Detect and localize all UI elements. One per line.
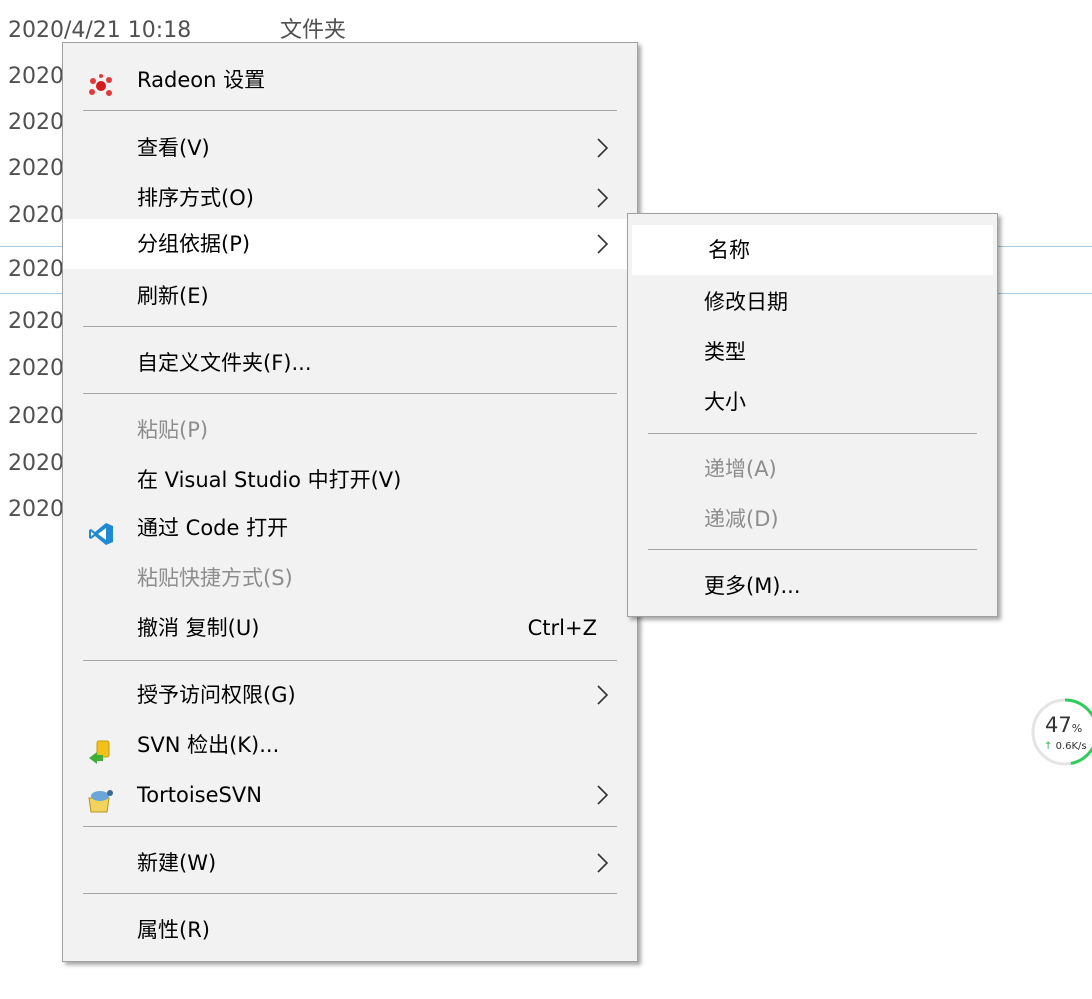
- menu-item-label: 名称: [708, 238, 750, 262]
- radeon-icon: [87, 67, 115, 96]
- menu-item-undo-copy[interactable]: 撤消 复制(U) Ctrl+Z: [63, 603, 637, 653]
- menu-item-group-by[interactable]: 分组依据(P): [63, 219, 637, 269]
- menu-separator: [83, 110, 617, 111]
- menu-item-paste: 粘贴(P): [63, 405, 637, 455]
- menu-item-label: 递增(A): [704, 457, 777, 481]
- menu-item-radeon-settings[interactable]: Radeon 设置: [63, 55, 637, 105]
- tortoisesvn-icon: [87, 782, 115, 813]
- menu-item-shortcut: Ctrl+Z: [527, 616, 597, 640]
- file-date: 2020: [8, 110, 64, 135]
- file-date: 2020: [8, 257, 64, 282]
- menu-item-label: SVN 检出(K)...: [137, 733, 280, 757]
- menu-item-label: 更多(M)...: [704, 574, 801, 598]
- network-speed-widget[interactable]: 47% ↑ 0.6K/s: [1030, 697, 1092, 767]
- menu-item-properties[interactable]: 属性(R): [63, 905, 637, 955]
- file-date: 2020: [8, 404, 64, 429]
- menu-item-label: 粘贴(P): [137, 418, 209, 442]
- upload-arrow-icon: ↑: [1044, 741, 1053, 752]
- menu-item-customize-folder[interactable]: 自定义文件夹(F)...: [63, 338, 637, 388]
- menu-item-tortoisesvn[interactable]: TortoiseSVN: [63, 770, 637, 820]
- chevron-right-icon: [597, 785, 609, 805]
- file-date: 2020: [8, 451, 64, 476]
- menu-item-open-in-visual-studio[interactable]: 在 Visual Studio 中打开(V): [63, 455, 637, 505]
- submenu-item-type[interactable]: 类型: [628, 327, 997, 377]
- menu-separator: [83, 660, 617, 661]
- menu-item-sort-by[interactable]: 排序方式(O): [63, 173, 637, 223]
- file-date: 2020: [8, 203, 64, 228]
- menu-item-view[interactable]: 查看(V): [63, 123, 637, 173]
- menu-separator: [83, 826, 617, 827]
- menu-separator: [83, 893, 617, 894]
- menu-item-label: 查看(V): [137, 136, 210, 160]
- group-by-submenu: 名称 修改日期 类型 大小 递增(A) 递减(D) 更多(M)...: [627, 213, 998, 617]
- menu-item-give-access[interactable]: 授予访问权限(G): [63, 670, 637, 720]
- menu-item-label: 排序方式(O): [137, 186, 254, 210]
- menu-item-label: 自定义文件夹(F)...: [137, 351, 312, 375]
- menu-separator: [83, 393, 617, 394]
- chevron-right-icon: [597, 234, 609, 254]
- menu-item-label: 类型: [704, 340, 746, 364]
- file-date: 2020: [8, 356, 64, 381]
- menu-item-svn-checkout[interactable]: SVN 检出(K)...: [63, 720, 637, 770]
- menu-item-new[interactable]: 新建(W): [63, 838, 637, 888]
- menu-item-label: 在 Visual Studio 中打开(V): [137, 468, 402, 492]
- submenu-item-size[interactable]: 大小: [628, 377, 997, 427]
- file-date: 2020: [8, 64, 64, 89]
- menu-item-open-with-code[interactable]: 通过 Code 打开: [63, 503, 637, 553]
- menu-separator: [83, 326, 617, 327]
- submenu-item-name[interactable]: 名称: [632, 225, 993, 275]
- submenu-item-descending: 递减(D): [628, 494, 997, 544]
- chevron-right-icon: [597, 685, 609, 705]
- menu-item-label: 通过 Code 打开: [137, 516, 289, 540]
- menu-item-label: 撤消 复制(U): [137, 616, 260, 640]
- menu-separator: [648, 433, 977, 434]
- file-date: 2020: [8, 309, 64, 334]
- menu-item-label: Radeon 设置: [137, 68, 266, 92]
- submenu-item-date-modified[interactable]: 修改日期: [628, 277, 997, 327]
- menu-item-label: 属性(R): [137, 918, 210, 942]
- chevron-right-icon: [597, 138, 609, 158]
- submenu-item-ascending: 递增(A): [628, 444, 997, 494]
- vscode-icon: [87, 515, 115, 545]
- file-date: 2020: [8, 156, 64, 181]
- submenu-item-more[interactable]: 更多(M)...: [628, 561, 997, 611]
- menu-item-refresh[interactable]: 刷新(E): [63, 271, 637, 321]
- file-date: 2020: [8, 497, 64, 522]
- menu-item-label: 分组依据(P): [137, 232, 251, 256]
- menu-item-label: 刷新(E): [137, 284, 209, 308]
- menu-item-label: 授予访问权限(G): [137, 683, 296, 707]
- menu-separator: [648, 549, 977, 550]
- context-menu: Radeon 设置 查看(V) 排序方式(O) 分组依据(P) 刷新(E) 自定…: [62, 42, 638, 962]
- chevron-right-icon: [597, 188, 609, 208]
- chevron-right-icon: [597, 853, 609, 873]
- menu-item-label: 递减(D): [704, 507, 779, 531]
- menu-item-label: 新建(W): [137, 851, 217, 875]
- network-speed: ↑ 0.6K/s: [1044, 741, 1087, 752]
- svn-checkout-icon: [87, 732, 115, 764]
- menu-item-label: 粘贴快捷方式(S): [137, 566, 293, 590]
- menu-item-label: 大小: [704, 390, 746, 414]
- menu-item-label: 修改日期: [704, 290, 788, 314]
- menu-item-paste-shortcut: 粘贴快捷方式(S): [63, 553, 637, 603]
- usage-percent: 47%: [1045, 713, 1083, 737]
- menu-item-label: TortoiseSVN: [137, 783, 262, 807]
